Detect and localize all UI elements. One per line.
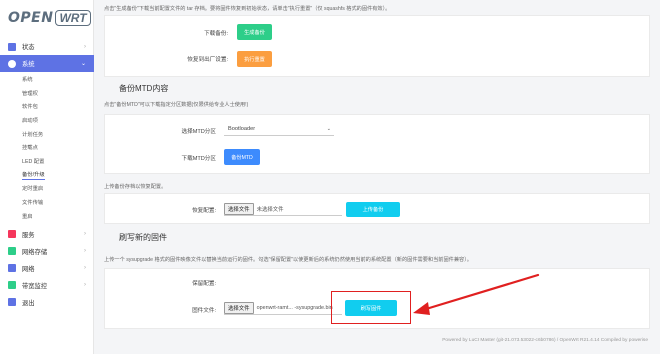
submenu-item-autoreboot[interactable]: 定时重启 xyxy=(0,182,94,196)
mtd-download-label: 下载MTD分区 xyxy=(181,156,217,162)
openwrt-logo[interactable]: OPEN WRT xyxy=(8,9,91,27)
chevron-down-icon: ⌄ xyxy=(326,125,331,132)
submenu-item-mounts[interactable]: 挂载点 xyxy=(0,140,94,154)
chevron-right-icon: › xyxy=(84,43,86,50)
upload-backup-button[interactable]: 上传备份 xyxy=(346,202,400,217)
submenu-item-filetransfer[interactable]: 文件传输 xyxy=(0,195,94,209)
logout-icon xyxy=(8,298,16,307)
flash-section-title: 刷写新的固件 xyxy=(119,233,167,242)
sidebar-item-services[interactable]: 服务 › xyxy=(0,226,94,243)
sidebar-menu: 状态 › 系统 ⌄ 系统 管理权 软件包 启动项 计划任务 挂载点 LED 配置… xyxy=(0,38,94,311)
submenu-item-system[interactable]: 系统 xyxy=(0,72,94,86)
choose-file-button[interactable]: 选择文件 xyxy=(224,203,254,215)
sidebar-item-label: 网络 xyxy=(22,265,35,273)
restore-description: 上传备份存档以恢复配置。 xyxy=(104,184,167,190)
choose-firmware-button[interactable]: 选择文件 xyxy=(224,302,254,314)
factory-reset-label: 恢复到出厂设置: xyxy=(187,57,228,63)
submenu-item-leds[interactable]: LED 配置 xyxy=(0,154,94,168)
submenu-item-reboot[interactable]: 重启 xyxy=(0,209,94,223)
submenu-item-startup[interactable]: 启动项 xyxy=(0,113,94,127)
perform-reset-button[interactable]: 执行重置 xyxy=(237,51,272,67)
sidebar-item-label: 网络存储 xyxy=(22,248,48,256)
mtd-partition-select[interactable]: Bootloader ⌄ xyxy=(224,122,334,136)
sidebar: OPEN WRT 状态 › 系统 ⌄ 系统 管理权 软件包 启动项 计划任务 挂… xyxy=(0,0,94,354)
storage-icon xyxy=(8,247,16,256)
annotation-highlight-box xyxy=(331,291,411,324)
footer-text: Powered by LuCI Master (git-21.073.53022… xyxy=(442,338,648,343)
services-icon xyxy=(8,230,16,239)
sidebar-item-status[interactable]: 状态 › xyxy=(0,38,94,55)
generate-backup-button[interactable]: 生成备份 xyxy=(237,24,272,40)
keep-settings-label: 保留配置: xyxy=(192,281,216,287)
chevron-right-icon: › xyxy=(84,231,86,238)
submenu-item-crontab[interactable]: 计划任务 xyxy=(0,127,94,141)
mtd-select-label: 选择MTD分区 xyxy=(181,129,217,135)
monitor-icon xyxy=(8,281,16,290)
sidebar-item-label: 服务 xyxy=(22,231,35,239)
sidebar-item-bandwidth[interactable]: 带宽监控 › xyxy=(0,277,94,294)
submenu-item-admin[interactable]: 管理权 xyxy=(0,86,94,100)
firmware-file-label: 固件文件: xyxy=(192,308,216,314)
submenu-item-software[interactable]: 软件包 xyxy=(0,99,94,113)
backup-description: 点击"生成备份"下载当前配置文件的 tar 存档。要将固件恢复到初始状态，请单击… xyxy=(104,6,391,12)
restore-file-picker[interactable]: 选择文件 未选择文件 xyxy=(224,203,342,216)
mtd-description: 点击"备份MTD"可以下载指定分区数据(仅限供给专业人士使用!) xyxy=(104,102,249,108)
logo-open-text: OPEN xyxy=(8,10,54,26)
mtd-section-title: 备份MTD内容 xyxy=(119,84,169,93)
chevron-right-icon: › xyxy=(84,265,86,272)
restore-config-label: 恢复配置: xyxy=(192,208,216,214)
sidebar-item-nas[interactable]: 网络存储 › xyxy=(0,243,94,260)
backup-mtd-button[interactable]: 备份MTD xyxy=(224,149,260,165)
sidebar-item-network[interactable]: 网络 › xyxy=(0,260,94,277)
system-submenu: 系统 管理权 软件包 启动项 计划任务 挂载点 LED 配置 备份/升级 定时重… xyxy=(0,72,94,223)
mtd-select-value: Bootloader xyxy=(228,125,256,132)
backup-panel xyxy=(104,15,650,77)
sidebar-item-label: 退出 xyxy=(22,299,35,307)
submenu-item-backup-upgrade[interactable]: 备份/升级 xyxy=(0,168,94,182)
firmware-file-name: openwrt-ramt... -sysupgrade.bin xyxy=(256,305,333,311)
chevron-right-icon: › xyxy=(84,248,86,255)
network-icon xyxy=(8,264,16,273)
sidebar-item-logout[interactable]: 退出 xyxy=(0,294,94,311)
flash-description: 上传一个 sysupgrade 格式的固件映像文件以替换当前运行的固件。勾选"保… xyxy=(104,257,472,263)
chevron-down-icon: ⌄ xyxy=(80,61,86,67)
logo-wrt-text: WRT xyxy=(55,10,91,26)
dashboard-icon xyxy=(8,42,16,51)
sidebar-item-label: 带宽监控 xyxy=(22,282,48,290)
sidebar-item-label: 系统 xyxy=(22,61,35,68)
gear-icon xyxy=(8,59,16,68)
selected-file-name: 未选择文件 xyxy=(256,207,284,213)
mtd-panel xyxy=(104,114,650,174)
sidebar-item-system[interactable]: 系统 ⌄ xyxy=(0,55,94,72)
download-backup-label: 下载备份: xyxy=(204,31,228,37)
chevron-right-icon: › xyxy=(84,282,86,289)
firmware-file-picker[interactable]: 选择文件 openwrt-ramt... -sysupgrade.bin xyxy=(224,302,342,315)
sidebar-item-label: 状态 xyxy=(22,44,35,51)
